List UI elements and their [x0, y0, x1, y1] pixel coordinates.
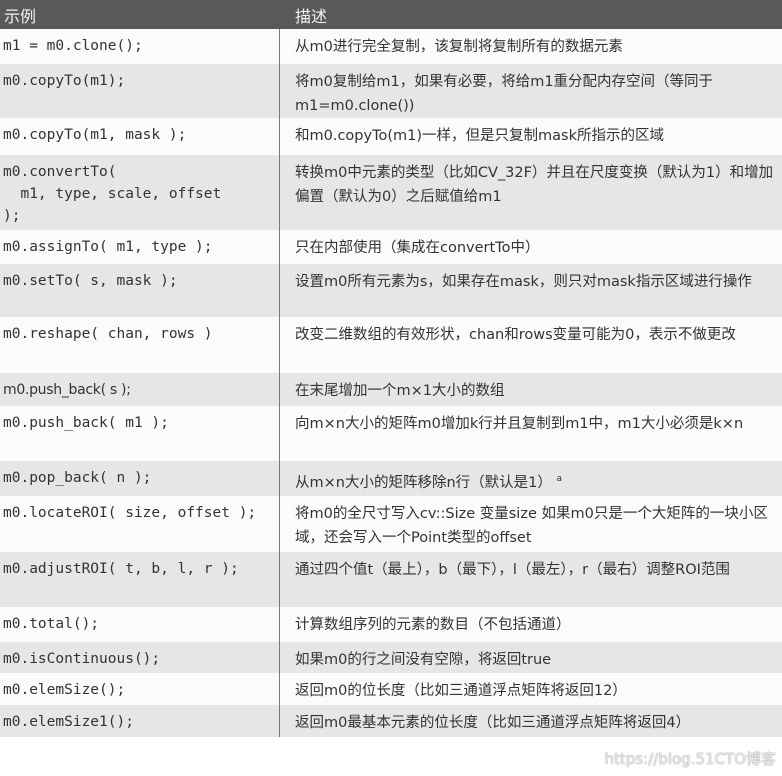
example-cell: m0.pop_back( n ); — [0, 461, 280, 496]
example-cell: m0.push_back( m1 ); — [0, 406, 280, 461]
table-row: m0.copyTo(m1); 将m0复制给m1，如果有必要，将给m1重分配内存空… — [0, 64, 782, 118]
example-cell: m0.adjustROI( t, b, l, r ); — [0, 552, 280, 607]
table-row: m0.push_back( m1 ); 向m×n大小的矩阵m0增加k行并且复制到… — [0, 406, 782, 461]
example-cell: m0.convertTo( m1, type, scale, offset ); — [0, 155, 280, 230]
table-row: m0.total(); 计算数组序列的元素的数目（不包括通道） — [0, 607, 782, 642]
description-cell: 向m×n大小的矩阵m0增加k行并且复制到m1中，m1大小必须是k×n — [295, 416, 744, 432]
methods-table: 示例 描述 m1 = m0.clone(); 从m0进行完全复制，该复制将复制所… — [0, 0, 782, 737]
table-row: m1 = m0.clone(); 从m0进行完全复制，该复制将复制所有的数据元素 — [0, 29, 782, 64]
table-row: m0.copyTo(m1, mask ); 和m0.copyTo(m1)一样，但… — [0, 118, 782, 155]
example-cell: m0.reshape( chan, rows ) — [0, 317, 280, 373]
description-cell: 计算数组序列的元素的数目（不包括通道） — [295, 617, 571, 633]
table-row: m0.pop_back( n ); 从m×n大小的矩阵移除n行（默认是1） a — [0, 461, 782, 496]
table-row: m0.assignTo( m1, type ); 只在内部使用（集成在conve… — [0, 230, 782, 264]
table-row: m0.convertTo( m1, type, scale, offset );… — [0, 155, 782, 230]
description-cell: 将m0复制给m1，如果有必要，将给m1重分配内存空间（等同于m1=m0.clon… — [295, 74, 714, 114]
example-cell: m0.assignTo( m1, type ); — [0, 230, 280, 264]
example-cell: m0.elemSize(); — [0, 673, 280, 705]
table-row: m0.push_back( s ); 在末尾增加一个m×1大小的数组 — [0, 373, 782, 406]
description-cell: 返回m0的位长度（比如三通道浮点矩阵将返回12） — [295, 683, 627, 699]
description-cell: 改变二维数组的有效形状，chan和rows变量可能为0，表示不做更改 — [295, 327, 736, 343]
header-description: 描述 — [295, 7, 328, 26]
table-header: 示例 描述 — [0, 0, 782, 29]
header-example: 示例 — [4, 7, 37, 26]
description-cell: 设置m0所有元素为s，如果存在mask，则只对mask指示区域进行操作 — [295, 274, 752, 290]
description-cell: 和m0.copyTo(m1)一样，但是只复制mask所指示的区域 — [295, 128, 664, 144]
description-cell: 通过四个值t（最上），b（最下），l（最左），r（最右）调整ROI范围 — [295, 562, 730, 578]
table-row: m0.reshape( chan, rows ) 改变二维数组的有效形状，cha… — [0, 317, 782, 373]
example-cell: m0.copyTo(m1); — [0, 64, 280, 118]
example-cell: m0.setTo( s, mask ); — [0, 264, 280, 317]
description-cell: 转换m0中元素的类型（比如CV_32F）并且在尺度变换（默认为1）和增加偏置（默… — [295, 165, 774, 205]
table-row: m0.elemSize(); 返回m0的位长度（比如三通道浮点矩阵将返回12） — [0, 673, 782, 705]
footnote-marker: a — [556, 474, 563, 484]
example-cell: m0.elemSize1(); — [0, 705, 280, 737]
example-cell: m0.locateROI( size, offset ); — [0, 496, 280, 552]
table-row: m0.isContinuous(); 如果m0的行之间没有空隙，将返回true — [0, 642, 782, 673]
example-cell: m0.push_back( s ); — [0, 373, 280, 406]
table-row: m0.adjustROI( t, b, l, r ); 通过四个值t（最上），b… — [0, 552, 782, 607]
example-cell: m1 = m0.clone(); — [0, 29, 280, 64]
description-text: 从m×n大小的矩阵移除n行（默认是1） — [295, 474, 552, 491]
watermark: https://blog.51CTO博客 — [604, 750, 776, 768]
example-cell: m0.copyTo(m1, mask ); — [0, 118, 280, 155]
table-row: m0.locateROI( size, offset ); 将m0的全尺寸写入c… — [0, 496, 782, 552]
description-cell: 将m0的全尺寸写入cv::Size 变量size 如果m0只是一个大矩阵的一块小… — [295, 506, 768, 546]
description-cell: 只在内部使用（集成在convertTo中） — [295, 240, 540, 256]
description-cell: 从m0进行完全复制，该复制将复制所有的数据元素 — [295, 39, 623, 55]
description-cell: 从m×n大小的矩阵移除n行（默认是1） a — [280, 461, 782, 496]
example-cell: m0.isContinuous(); — [0, 642, 280, 673]
description-cell: 如果m0的行之间没有空隙，将返回true — [295, 652, 552, 668]
description-cell: 在末尾增加一个m×1大小的数组 — [295, 383, 505, 399]
example-cell: m0.total(); — [0, 607, 280, 642]
table-row: m0.setTo( s, mask ); 设置m0所有元素为s，如果存在mask… — [0, 264, 782, 317]
description-cell: 返回m0最基本元素的位长度（比如三通道浮点矩阵将返回4） — [295, 715, 691, 731]
table-row: m0.elemSize1(); 返回m0最基本元素的位长度（比如三通道浮点矩阵将… — [0, 705, 782, 737]
